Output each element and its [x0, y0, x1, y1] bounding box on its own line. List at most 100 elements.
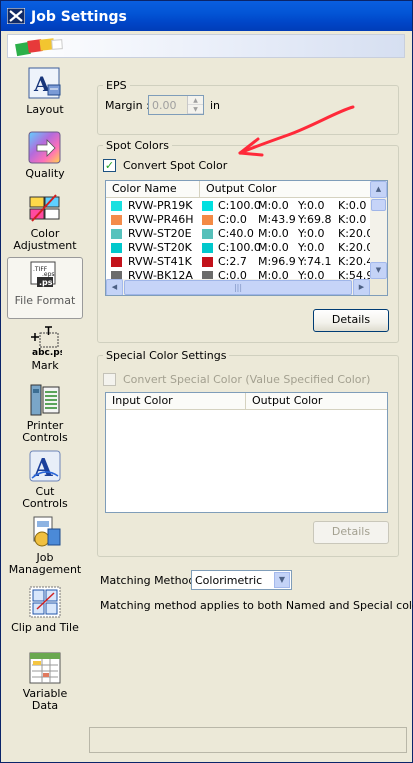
table-row[interactable]: RVW-ST20K C:100.0 M:0.0 Y:0.0 K:20.0 [106, 241, 374, 255]
output-color-value: Y:0.0 [298, 241, 325, 254]
special-color-settings-legend: Special Color Settings [106, 349, 227, 362]
spot-details-button[interactable]: Details [313, 309, 389, 332]
window-title: Job Settings [31, 9, 127, 25]
table-row[interactable]: RVW-ST41K C:2.7 M:96.9 Y:74.1 K:20.4 [106, 255, 374, 269]
sidebar-item-clip-and-tile[interactable]: Clip and Tile [7, 585, 83, 645]
output-color-value: M:0.0 [258, 227, 289, 240]
sidebar-item-variable-data[interactable]: Variable Data [7, 651, 83, 712]
output-color-value: C:40.0 [218, 227, 254, 240]
sidebar-item-cut-controls[interactable]: A Cut Controls [7, 449, 83, 510]
sidebar-item-quality[interactable]: Quality [7, 131, 83, 185]
sidebar-item-color-adjustment[interactable]: Color Adjustment [7, 191, 83, 252]
special-color-list[interactable]: Input Color Output Color [105, 392, 388, 513]
matching-method-select[interactable]: Colorimetric ▼ [191, 570, 292, 590]
annotation-arrow-icon [238, 105, 355, 157]
output-color-value: M:43.9 [258, 213, 296, 226]
matching-method-value: Colorimetric [195, 574, 263, 587]
column-special-output-color[interactable]: Output Color [246, 393, 387, 410]
output-color-value: K:20.0 [338, 241, 374, 254]
table-row[interactable]: RVW-ST20E C:40.0 M:0.0 Y:0.0 K:20.0 [106, 227, 374, 241]
clip-and-tile-icon [29, 586, 61, 618]
color-swatch [111, 257, 122, 267]
output-color-swatch [202, 215, 213, 225]
convert-special-color-label[interactable]: Convert Special Color (Value Specified C… [123, 373, 370, 386]
dropdown-arrow-icon[interactable]: ▼ [274, 572, 290, 588]
svg-text:A: A [33, 453, 53, 482]
svg-text:abc.ps: abc.ps [32, 348, 62, 357]
color-name-cell: RVW-ST20K [128, 241, 192, 254]
sidebar: A Layout Quality Color Adjustment .TIFF … [7, 61, 83, 721]
output-color-swatch [202, 229, 213, 239]
job-settings-window: Job Settings A Layout Quality Color Adju… [0, 0, 413, 763]
special-details-button[interactable]: Details [313, 521, 389, 544]
table-row[interactable]: RVW-PR19K C:100.0 M:0.0 Y:0.0 K:0.0 [106, 199, 370, 213]
color-adjustment-icon [29, 194, 60, 222]
output-color-value: M:96.9 [258, 255, 296, 268]
spot-color-list[interactable]: Color Name Output Color RVW-PR19K C:100.0… [105, 180, 388, 296]
output-color-value: Y:0.0 [298, 199, 325, 212]
file-format-icon: .TIFF .eps .ps [30, 261, 56, 287]
sidebar-item-mark[interactable]: abc.ps Mark [7, 323, 83, 377]
output-color-value: C:2.7 [218, 255, 247, 268]
output-color-swatch [202, 257, 213, 267]
column-input-color[interactable]: Input Color [106, 393, 246, 410]
output-color-value: C:100.0 [218, 241, 261, 254]
margin-spin-buttons[interactable]: ▲ ▼ [187, 96, 203, 114]
layout-icon: A [28, 67, 61, 99]
printer-controls-icon [30, 384, 60, 416]
column-color-name[interactable]: Color Name [106, 181, 200, 198]
output-color-value: K:20.4 [338, 255, 374, 268]
output-color-swatch [202, 243, 213, 253]
header-banner [7, 34, 405, 58]
sidebar-item-job-management[interactable]: Job Management [7, 515, 83, 577]
svg-text:.eps: .eps [42, 271, 55, 278]
sidebar-item-layout[interactable]: A Layout [7, 67, 83, 125]
output-color-value: K:20.0 [338, 227, 374, 240]
spot-color-list-header: Color Name Output Color [106, 181, 370, 198]
convert-special-color-checkbox[interactable] [103, 373, 116, 386]
color-swatch [111, 229, 122, 239]
status-bar [89, 727, 407, 753]
column-output-color[interactable]: Output Color [200, 181, 370, 198]
color-name-cell: RVW-ST41K [128, 255, 192, 268]
scroll-up-icon[interactable]: ▲ [370, 181, 387, 198]
eps-legend: EPS [106, 79, 127, 92]
spin-up-icon[interactable]: ▲ [188, 96, 203, 105]
table-row[interactable]: RVW-PR46H C:0.0 M:43.9 Y:69.8 K:0.0 [106, 213, 370, 227]
color-swatch [111, 215, 122, 225]
spot-colors-legend: Spot Colors [106, 139, 169, 152]
margin-value: 0.00 [152, 99, 177, 112]
horizontal-scroll-thumb[interactable]: ||| [124, 280, 352, 295]
scroll-left-icon[interactable]: ◀ [106, 279, 123, 295]
title-bar: Job Settings [1, 1, 412, 31]
output-color-swatch [202, 201, 213, 211]
margin-label: Margin : [105, 99, 150, 112]
vertical-scroll-thumb[interactable] [371, 199, 386, 211]
spot-list-vertical-scrollbar[interactable]: ▲ ▼ [370, 181, 387, 279]
matching-method-note: Matching method applies to both Named an… [100, 599, 413, 612]
output-color-value: K:0.0 [338, 199, 367, 212]
output-color-value: Y:0.0 [298, 227, 325, 240]
scroll-right-icon[interactable]: ▶ [353, 279, 370, 295]
variable-data-icon [29, 652, 61, 684]
mark-icon: abc.ps [31, 326, 62, 357]
margin-unit: in [210, 99, 221, 112]
sidebar-item-printer-controls[interactable]: Printer Controls [7, 383, 83, 444]
convert-spot-color-checkbox[interactable]: ✓ [103, 159, 116, 172]
color-swatch [111, 201, 122, 211]
output-color-value: M:0.0 [258, 241, 289, 254]
output-color-value: C:100.0 [218, 199, 261, 212]
output-color-value: K:0.0 [338, 213, 367, 226]
job-management-icon [33, 516, 61, 547]
quality-icon [28, 131, 61, 164]
scroll-down-icon[interactable]: ▼ [370, 262, 387, 279]
app-icon [7, 8, 25, 24]
margin-spinbox[interactable]: 0.00 ▲ ▼ [148, 95, 204, 115]
spot-list-horizontal-scrollbar[interactable]: ◀ ||| ▶ [106, 279, 370, 295]
output-color-value: M:0.0 [258, 199, 289, 212]
sidebar-item-file-format[interactable]: .TIFF .eps .ps File Format [7, 257, 83, 319]
cut-controls-icon: A [29, 450, 61, 482]
color-name-cell: RVW-PR19K [128, 199, 193, 212]
spin-down-icon[interactable]: ▼ [188, 105, 203, 114]
convert-spot-color-label[interactable]: Convert Spot Color [123, 159, 227, 172]
